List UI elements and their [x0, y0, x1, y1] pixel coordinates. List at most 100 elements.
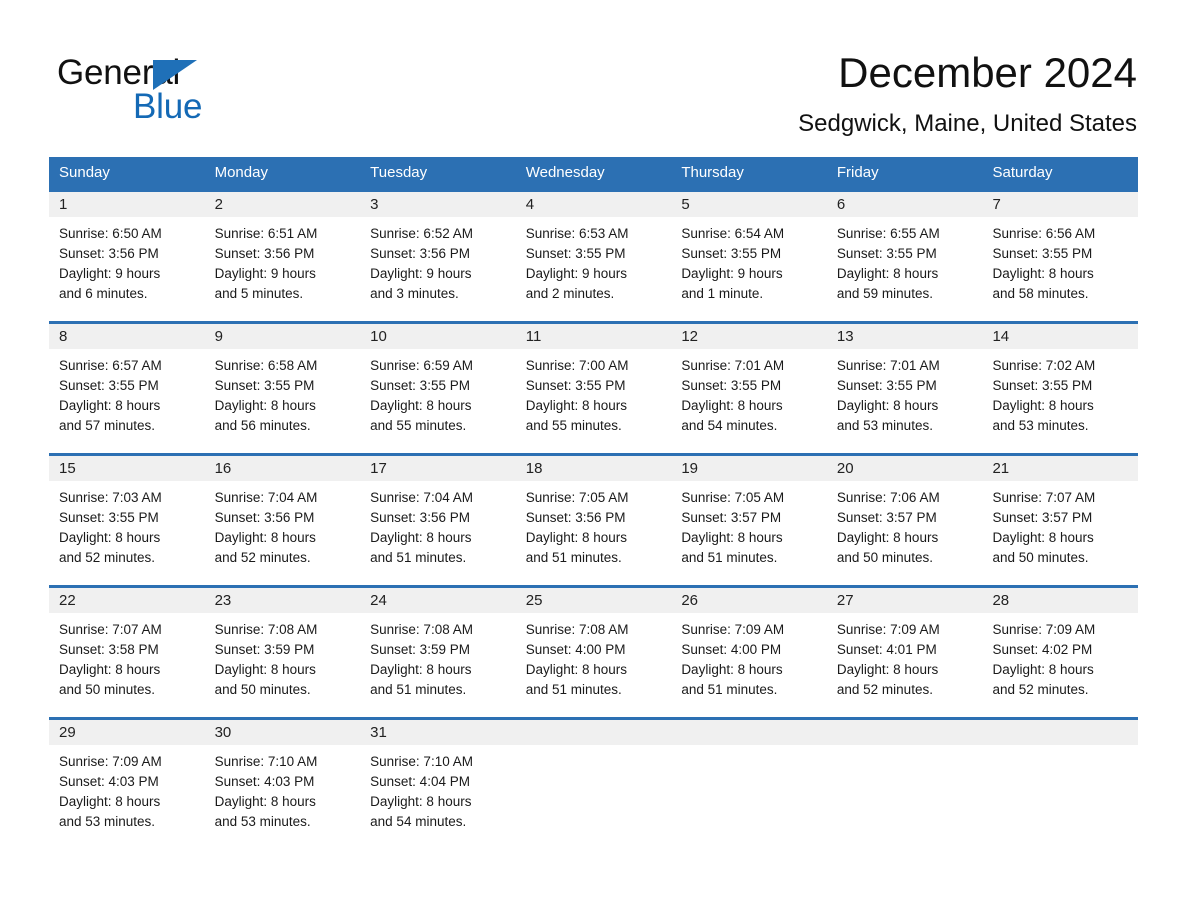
day-cell[interactable]: 14 Sunrise: 7:02 AM Sunset: 3:55 PM Dayl… [982, 324, 1139, 453]
day-number-band: 21 [982, 456, 1139, 481]
calendar-table: Sunday Monday Tuesday Wednesday Thursday… [49, 157, 1139, 849]
day-cell[interactable]: 8 Sunrise: 6:57 AM Sunset: 3:55 PM Dayli… [49, 324, 205, 453]
general-blue-logo[interactable]: General Blue [57, 55, 317, 135]
day-number [671, 724, 681, 741]
daylight-text-2: and 53 minutes. [59, 814, 156, 829]
sunset-text: Sunset: 3:57 PM [992, 510, 1093, 525]
day-details: Sunrise: 6:53 AM Sunset: 3:55 PM Dayligh… [516, 217, 672, 304]
sunrise-text: Sunrise: 7:06 AM [836, 490, 940, 505]
day-details: Sunrise: 7:06 AM Sunset: 3:57 PM Dayligh… [827, 481, 983, 568]
day-number [516, 724, 526, 741]
daylight-text-2: and 53 minutes. [836, 418, 933, 433]
day-cell-empty [515, 720, 672, 849]
day-cell[interactable]: 10 Sunrise: 6:59 AM Sunset: 3:55 PM Dayl… [360, 324, 516, 453]
day-cell[interactable]: 16 Sunrise: 7:04 AM Sunset: 3:56 PM Dayl… [204, 456, 361, 585]
day-number: 24 [370, 592, 387, 609]
day-number: 28 [992, 592, 1010, 609]
day-cell[interactable]: 19 Sunrise: 7:05 AM Sunset: 3:57 PM Dayl… [671, 456, 827, 585]
daylight-text-2: and 52 minutes. [992, 682, 1089, 697]
sunrise-text: Sunrise: 7:08 AM [525, 622, 629, 637]
page-header: General Blue December 2024 Sedgwick, Mai… [0, 0, 1188, 150]
day-cell[interactable]: 2 Sunrise: 6:51 AM Sunset: 3:56 PM Dayli… [204, 192, 361, 321]
day-cell[interactable]: 29 Sunrise: 7:09 AM Sunset: 4:03 PM Dayl… [49, 720, 205, 849]
sunset-text: Sunset: 3:56 PM [525, 510, 626, 525]
day-number: 9 [214, 328, 223, 345]
day-cell[interactable]: 18 Sunrise: 7:05 AM Sunset: 3:56 PM Dayl… [515, 456, 672, 585]
daylight-text-2: and 55 minutes. [525, 418, 622, 433]
day-cell[interactable]: 25 Sunrise: 7:08 AM Sunset: 4:00 PM Dayl… [515, 588, 672, 717]
day-number-band: 5 [671, 192, 827, 217]
day-cell[interactable]: 21 Sunrise: 7:07 AM Sunset: 3:57 PM Dayl… [982, 456, 1139, 585]
day-cell[interactable]: 20 Sunrise: 7:06 AM Sunset: 3:57 PM Dayl… [826, 456, 983, 585]
day-number-band [671, 720, 827, 745]
sunset-text: Sunset: 3:55 PM [214, 378, 315, 393]
day-cell[interactable]: 26 Sunrise: 7:09 AM Sunset: 4:00 PM Dayl… [671, 588, 827, 717]
day-cell[interactable]: 3 Sunrise: 6:52 AM Sunset: 3:56 PM Dayli… [360, 192, 516, 321]
day-cell[interactable]: 6 Sunrise: 6:55 AM Sunset: 3:55 PM Dayli… [826, 192, 983, 321]
day-number: 16 [214, 460, 232, 477]
day-cell[interactable]: 28 Sunrise: 7:09 AM Sunset: 4:02 PM Dayl… [982, 588, 1139, 717]
daylight-text-2: and 1 minute. [681, 286, 764, 301]
day-number: 6 [836, 196, 846, 213]
sunrise-text: Sunrise: 7:09 AM [836, 622, 940, 637]
sunset-text: Sunset: 3:56 PM [370, 246, 470, 261]
day-cell[interactable]: 17 Sunrise: 7:04 AM Sunset: 3:56 PM Dayl… [360, 456, 516, 585]
sunrise-text: Sunrise: 7:05 AM [681, 490, 785, 505]
day-cell[interactable]: 7 Sunrise: 6:56 AM Sunset: 3:55 PM Dayli… [982, 192, 1139, 321]
sunset-text: Sunset: 4:01 PM [836, 642, 937, 657]
day-cell[interactable]: 31 Sunrise: 7:10 AM Sunset: 4:04 PM Dayl… [360, 720, 516, 849]
daylight-text-2: and 58 minutes. [992, 286, 1089, 301]
day-cell[interactable]: 1 Sunrise: 6:50 AM Sunset: 3:56 PM Dayli… [49, 192, 205, 321]
day-number-band [515, 720, 672, 745]
day-number-band: 12 [671, 324, 827, 349]
daylight-text-1: Daylight: 8 hours [992, 266, 1094, 281]
day-details: Sunrise: 7:10 AM Sunset: 4:03 PM Dayligh… [205, 745, 361, 832]
day-cell[interactable]: 30 Sunrise: 7:10 AM Sunset: 4:03 PM Dayl… [204, 720, 361, 849]
day-number-band: 20 [826, 456, 983, 481]
week-row: 15 Sunrise: 7:03 AM Sunset: 3:55 PM Dayl… [49, 453, 1139, 585]
day-cell[interactable]: 13 Sunrise: 7:01 AM Sunset: 3:55 PM Dayl… [826, 324, 983, 453]
day-cell[interactable]: 12 Sunrise: 7:01 AM Sunset: 3:55 PM Dayl… [671, 324, 827, 453]
day-details: Sunrise: 7:08 AM Sunset: 4:00 PM Dayligh… [516, 613, 672, 700]
day-cell[interactable]: 22 Sunrise: 7:07 AM Sunset: 3:58 PM Dayl… [49, 588, 205, 717]
sunset-text: Sunset: 3:55 PM [59, 510, 159, 525]
day-number-band: 30 [204, 720, 361, 745]
sunrise-text: Sunrise: 7:09 AM [681, 622, 785, 637]
day-details: Sunrise: 7:04 AM Sunset: 3:56 PM Dayligh… [205, 481, 361, 568]
day-number: 15 [59, 460, 76, 477]
daylight-text-1: Daylight: 8 hours [59, 530, 161, 545]
day-number: 14 [992, 328, 1010, 345]
daylight-text-2: and 5 minutes. [214, 286, 304, 301]
day-details: Sunrise: 7:09 AM Sunset: 4:02 PM Dayligh… [982, 613, 1138, 700]
day-cell[interactable]: 24 Sunrise: 7:08 AM Sunset: 3:59 PM Dayl… [360, 588, 516, 717]
sunrise-text: Sunrise: 7:10 AM [214, 754, 318, 769]
day-number: 12 [681, 328, 698, 345]
day-cell[interactable]: 11 Sunrise: 7:00 AM Sunset: 3:55 PM Dayl… [515, 324, 672, 453]
page-title: December 2024 [838, 49, 1137, 96]
daylight-text-1: Daylight: 8 hours [214, 662, 316, 677]
day-number: 29 [59, 724, 76, 741]
day-number: 26 [681, 592, 698, 609]
day-cell[interactable]: 15 Sunrise: 7:03 AM Sunset: 3:55 PM Dayl… [49, 456, 205, 585]
day-cell[interactable]: 4 Sunrise: 6:53 AM Sunset: 3:55 PM Dayli… [515, 192, 672, 321]
daylight-text-2: and 50 minutes. [214, 682, 311, 697]
sunrise-text: Sunrise: 7:08 AM [370, 622, 473, 637]
sunrise-text: Sunrise: 7:03 AM [59, 490, 162, 505]
day-cell[interactable]: 23 Sunrise: 7:08 AM Sunset: 3:59 PM Dayl… [204, 588, 361, 717]
day-cell[interactable]: 5 Sunrise: 6:54 AM Sunset: 3:55 PM Dayli… [671, 192, 827, 321]
day-details: Sunrise: 7:00 AM Sunset: 3:55 PM Dayligh… [516, 349, 672, 436]
day-details: Sunrise: 7:09 AM Sunset: 4:01 PM Dayligh… [827, 613, 983, 700]
day-details: Sunrise: 7:09 AM Sunset: 4:00 PM Dayligh… [671, 613, 827, 700]
day-cell[interactable]: 9 Sunrise: 6:58 AM Sunset: 3:55 PM Dayli… [204, 324, 361, 453]
day-cell[interactable]: 27 Sunrise: 7:09 AM Sunset: 4:01 PM Dayl… [826, 588, 983, 717]
day-cell-empty [826, 720, 983, 849]
daylight-text-1: Daylight: 8 hours [525, 398, 628, 413]
sunrise-text: Sunrise: 7:04 AM [214, 490, 318, 505]
day-number-band: 1 [49, 192, 205, 217]
sunset-text: Sunset: 4:03 PM [214, 774, 315, 789]
daylight-text-1: Daylight: 8 hours [836, 530, 939, 545]
sunrise-text: Sunrise: 6:51 AM [214, 226, 318, 241]
day-number: 25 [525, 592, 543, 609]
day-number: 1 [59, 196, 68, 213]
sunset-text: Sunset: 3:56 PM [214, 510, 315, 525]
